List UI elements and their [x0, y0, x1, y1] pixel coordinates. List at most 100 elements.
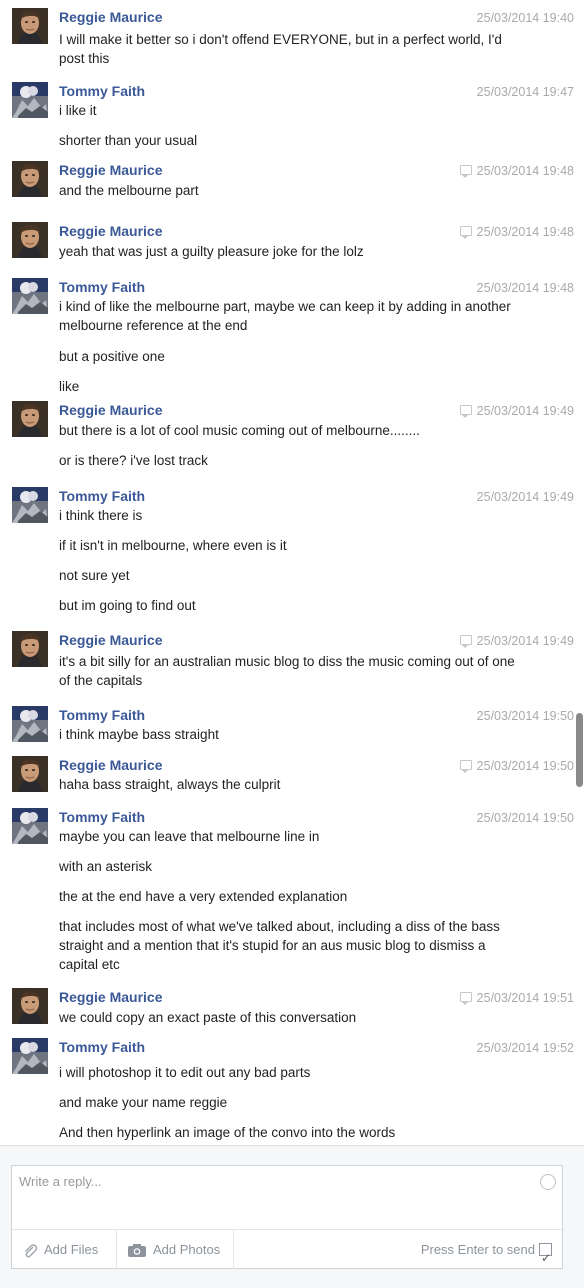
sender-name[interactable]: Reggie Maurice: [59, 161, 162, 179]
timestamp: 25/03/2014 19:50: [476, 709, 574, 723]
message-meta: 25/03/2014 19:48: [459, 163, 574, 179]
avatar[interactable]: [12, 8, 48, 44]
sender-name[interactable]: Reggie Maurice: [59, 631, 162, 649]
sender-name[interactable]: Tommy Faith: [59, 278, 145, 296]
seen-icon: [459, 635, 472, 648]
add-photos-label: Add Photos: [153, 1242, 221, 1257]
timestamp: 25/03/2014 19:48: [476, 281, 574, 295]
message-meta: 25/03/2014 19:50: [477, 810, 574, 826]
timestamp: 25/03/2014 19:51: [476, 991, 574, 1005]
avatar[interactable]: [12, 808, 48, 844]
press-enter-label: Press Enter to send: [420, 1242, 535, 1257]
paperclip-icon: [25, 1243, 38, 1258]
avatar-tommy-icon: [12, 82, 48, 118]
avatar-tommy-icon: [12, 706, 48, 742]
timestamp: 25/03/2014 19:47: [476, 85, 574, 99]
timestamp: 25/03/2014 19:52: [476, 1041, 574, 1055]
avatar[interactable]: [12, 222, 48, 258]
add-files-label: Add Files: [44, 1242, 99, 1257]
avatar[interactable]: [12, 82, 48, 118]
avatar-tommy-icon: [12, 278, 48, 314]
message-text: if it isn't in melbourne, where even is …: [59, 538, 287, 553]
avatar-reggie-icon: [12, 988, 48, 1024]
avatar-reggie-icon: [12, 401, 48, 437]
avatar[interactable]: [12, 1038, 48, 1074]
message-text: but im going to find out: [59, 598, 196, 613]
sender-name[interactable]: Tommy Faith: [59, 1038, 145, 1056]
avatar-tommy-icon: [12, 1038, 48, 1074]
message-text: i think maybe bass straight: [59, 727, 219, 742]
message-text: haha bass straight, always the culprit: [59, 777, 281, 792]
avatar-reggie-icon: [12, 161, 48, 197]
composer-toolbar: Add Files Add Photos Press Enter to send: [12, 1229, 562, 1278]
message-text: yeah that was just a guilty pleasure jok…: [59, 244, 364, 259]
reply-box: Add Files Add Photos Press Enter to send: [11, 1165, 563, 1278]
sender-name[interactable]: Tommy Faith: [59, 487, 145, 505]
timestamp: 25/03/2014 19:50: [476, 811, 574, 825]
message-text: i think there is: [59, 508, 143, 523]
sender-name[interactable]: Reggie Maurice: [59, 988, 162, 1006]
message-text: not sure yet: [59, 568, 130, 583]
message-text: I will make it better so i don't offend …: [59, 32, 502, 66]
sender-name[interactable]: Reggie Maurice: [59, 8, 162, 26]
timestamp: 25/03/2014 19:49: [476, 404, 574, 418]
avatar[interactable]: [12, 988, 48, 1024]
avatar-reggie-icon: [12, 8, 48, 44]
message-meta: 25/03/2014 19:49: [477, 489, 574, 505]
message-text: the at the end have a very extended expl…: [59, 889, 348, 904]
message-text: i like it: [59, 103, 97, 118]
avatar[interactable]: [12, 631, 48, 667]
timestamp: 25/03/2014 19:40: [476, 11, 574, 25]
sender-name[interactable]: Tommy Faith: [59, 82, 145, 100]
press-enter-to-send[interactable]: Press Enter to send: [420, 1230, 552, 1278]
reply-input[interactable]: [17, 1172, 531, 1226]
avatar-reggie-icon: [12, 756, 48, 792]
timestamp: 25/03/2014 19:50: [476, 759, 574, 773]
message-meta: 25/03/2014 19:50: [477, 708, 574, 724]
timestamp: 25/03/2014 19:49: [476, 634, 574, 648]
conversation-thread[interactable]: Reggie Maurice 25/03/2014 19:40 I will mak…: [0, 0, 584, 1145]
seen-icon: [459, 760, 472, 773]
reply-composer: Add Files Add Photos Press Enter to send: [0, 1145, 584, 1288]
avatar-tommy-icon: [12, 487, 48, 523]
scrollbar[interactable]: [576, 713, 583, 787]
avatar[interactable]: [12, 278, 48, 314]
add-files-button[interactable]: Add Files: [22, 1230, 98, 1269]
add-photos-button[interactable]: Add Photos: [127, 1230, 220, 1269]
message-text: shorter than your usual: [59, 133, 198, 148]
sender-name[interactable]: Reggie Maurice: [59, 756, 162, 774]
message-text: like: [59, 379, 80, 394]
message-text: that includes most of what we've talked …: [59, 919, 500, 972]
avatar-reggie-icon: [12, 631, 48, 667]
avatar[interactable]: [12, 756, 48, 792]
message-meta: 25/03/2014 19:52: [477, 1040, 574, 1056]
message-meta: 25/03/2014 19:47: [477, 84, 574, 100]
message-meta: 25/03/2014 19:48: [477, 280, 574, 296]
sender-name[interactable]: Reggie Maurice: [59, 222, 162, 240]
message-text: it's a bit silly for an australian music…: [59, 654, 515, 688]
smiley-icon[interactable]: [540, 1174, 556, 1190]
message-meta: 25/03/2014 19:51: [459, 990, 574, 1006]
sender-name[interactable]: Tommy Faith: [59, 808, 145, 826]
message-meta: 25/03/2014 19:40: [477, 10, 574, 26]
message-text: with an asterisk: [59, 859, 153, 874]
avatar[interactable]: [12, 706, 48, 742]
avatar[interactable]: [12, 401, 48, 437]
avatar[interactable]: [12, 161, 48, 197]
message-meta: 25/03/2014 19:48: [459, 224, 574, 240]
seen-icon: [459, 405, 472, 418]
message-text: and make your name reggie: [59, 1095, 228, 1110]
timestamp: 25/03/2014 19:49: [476, 490, 574, 504]
sender-name[interactable]: Reggie Maurice: [59, 401, 162, 419]
seen-icon: [459, 992, 472, 1005]
seen-icon: [459, 226, 472, 239]
checkbox-icon[interactable]: [539, 1239, 552, 1278]
message-text: maybe you can leave that melbourne line …: [59, 829, 320, 844]
avatar[interactable]: [12, 487, 48, 523]
message-text: but there is a lot of cool music coming …: [59, 423, 420, 438]
sender-name[interactable]: Tommy Faith: [59, 706, 145, 724]
message-meta: 25/03/2014 19:50: [459, 758, 574, 774]
seen-icon: [459, 165, 472, 178]
timestamp: 25/03/2014 19:48: [476, 225, 574, 239]
message-text: And then hyperlink an image of the convo…: [59, 1125, 396, 1140]
